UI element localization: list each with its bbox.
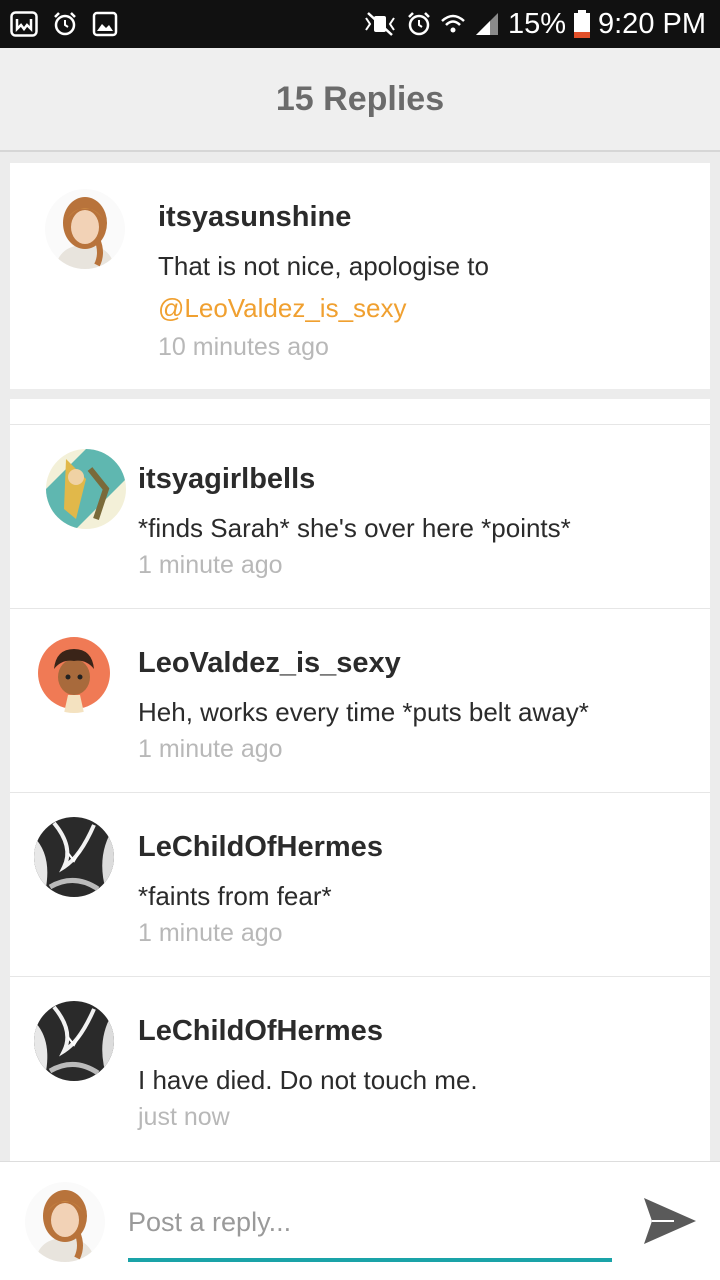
app-icon	[10, 11, 38, 37]
reply-time: just now	[138, 1103, 230, 1131]
reply-text: I have died. Do not touch me.	[138, 1065, 478, 1095]
reply-input[interactable]	[128, 1198, 612, 1246]
alarm-icon	[406, 11, 432, 37]
battery-percent: 15%	[507, 7, 566, 40]
list-item[interactable]: LeChildOfHermes I have died. Do not touc…	[10, 976, 710, 1160]
mention-link[interactable]: @LeoValdez_is_sexy	[158, 293, 407, 324]
replies-list: itsyagirlbells *finds Sarah* she's over …	[10, 399, 710, 1161]
mute-icon	[362, 11, 398, 37]
wifi-icon	[440, 11, 466, 37]
avatar[interactable]	[45, 189, 125, 269]
send-icon	[644, 1198, 696, 1244]
reply-text: *faints from fear*	[138, 881, 332, 911]
send-button[interactable]	[640, 1192, 698, 1255]
reply-text: Heh, works every time *puts belt away*	[138, 697, 589, 727]
comment-time: 10 minutes ago	[158, 333, 329, 361]
reply-username[interactable]: LeChildOfHermes	[138, 1015, 383, 1048]
parent-comment[interactable]: itsyasunshine That is not nice, apologis…	[10, 163, 710, 389]
list-item[interactable]: LeChildOfHermes *faints from fear* 1 min…	[10, 792, 710, 976]
image-icon	[92, 11, 118, 37]
reply-username[interactable]: itsyagirlbells	[138, 463, 315, 496]
alarm-icon	[52, 11, 78, 37]
comment-text: That is not nice, apologise to	[158, 251, 489, 281]
reply-time: 1 minute ago	[138, 551, 283, 579]
header: 15 Replies	[0, 48, 720, 152]
list-item[interactable]: LeoValdez_is_sexy Heh, works every time …	[10, 608, 710, 792]
reply-username[interactable]: LeoValdez_is_sexy	[138, 647, 401, 680]
avatar[interactable]	[34, 633, 114, 713]
reply-time: 1 minute ago	[138, 919, 283, 947]
avatar	[25, 1182, 105, 1262]
reply-composer	[0, 1161, 720, 1280]
battery-icon	[574, 10, 590, 38]
signal-icon	[474, 11, 500, 37]
list-item[interactable]: itsyagirlbells *finds Sarah* she's over …	[10, 424, 710, 608]
reply-time: 1 minute ago	[138, 735, 283, 763]
input-underline	[128, 1258, 612, 1262]
avatar[interactable]	[46, 449, 126, 529]
status-bar: 15% 9:20 PM	[0, 0, 720, 48]
reply-text: *finds Sarah* she's over here *points*	[138, 513, 571, 543]
clock: 9:20 PM	[598, 7, 706, 40]
screen: 15% 9:20 PM 15 Replies itsyasunshine Tha…	[0, 0, 720, 1280]
comment-username[interactable]: itsyasunshine	[158, 201, 351, 234]
avatar[interactable]	[34, 817, 114, 897]
status-right-icons: 15% 9:20 PM	[354, 8, 706, 41]
avatar[interactable]	[34, 1001, 114, 1081]
reply-username[interactable]: LeChildOfHermes	[138, 831, 383, 864]
page-title: 15 Replies	[275, 79, 445, 118]
status-left-icons	[10, 11, 132, 37]
